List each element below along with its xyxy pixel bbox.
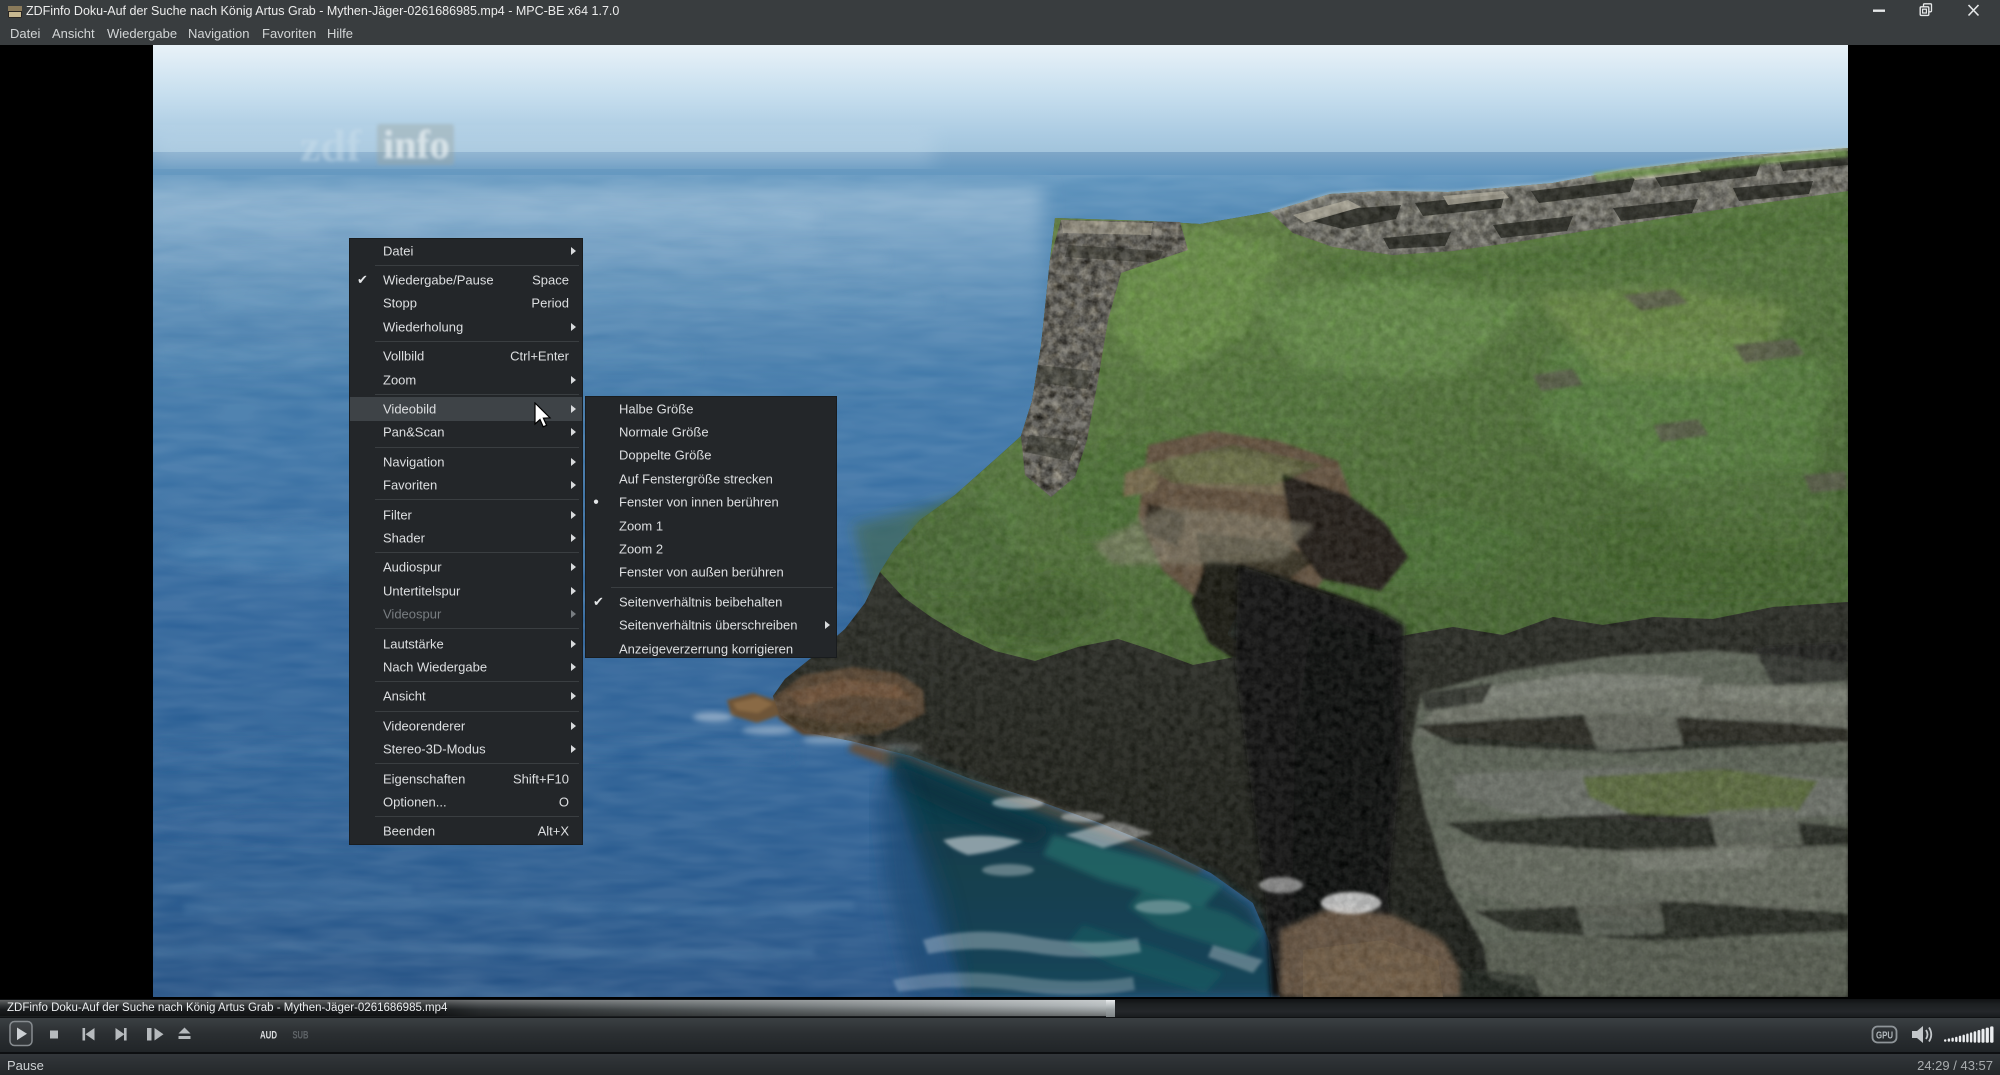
svg-text:zdf: zdf <box>300 120 362 171</box>
svg-text:AUD: AUD <box>260 1030 277 1042</box>
svg-text:SUB: SUB <box>293 1030 309 1042</box>
svg-text:GPU: GPU <box>1876 1031 1893 1042</box>
svg-text:info: info <box>383 122 450 167</box>
